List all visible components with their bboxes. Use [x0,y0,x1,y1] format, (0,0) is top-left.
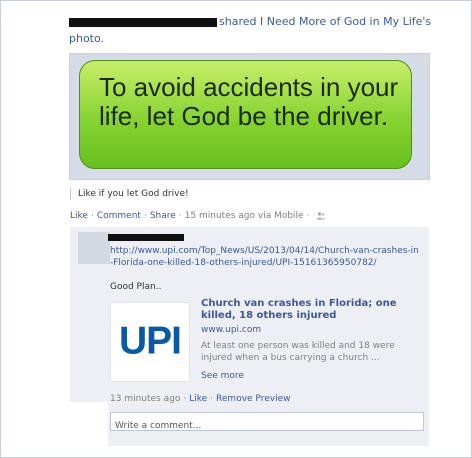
separator: · [183,394,187,404]
redacted-name [69,17,217,27]
shared-photo[interactable]: To avoid accidents in your life, let God… [69,53,430,180]
comment-box[interactable] [110,412,424,435]
separator: · [178,211,182,221]
preview-title[interactable]: Church van crashes in Florida; one kille… [201,298,426,322]
share-link[interactable]: Share [150,211,176,221]
friends-icon [316,211,326,219]
comment-like-link[interactable]: Like [189,394,207,404]
link-preview[interactable]: UPI Church van crashes in Florida; one k… [110,298,425,383]
header-photo-link[interactable]: photo. [69,32,104,45]
separator: · [306,211,310,221]
comment-input[interactable] [111,417,423,435]
photo-text: To avoid accidents in your life, let God… [99,72,399,131]
photo-caption: Like if you let God drive! [70,188,189,200]
post-actions: Like · Comment · Share · 15 minutes ago via Mo… [70,210,326,222]
panel-gap [70,402,108,446]
comment-time[interactable]: 13 minutes ago [110,394,180,404]
comment-meta: 13 minutes ago · Like · Remove Preview [110,394,290,404]
separator: · [210,394,214,404]
like-link[interactable]: Like [70,211,88,221]
separator: · [90,211,94,221]
header-shared-text[interactable]: shared I Need More of God in My Life's [219,15,431,28]
upi-logo-text: UPI [119,320,181,363]
preview-description: At least one person was killed and 18 we… [201,341,395,363]
avatar[interactable] [78,232,110,264]
post-header: shared I Need More of God in My Life's p… [69,13,449,47]
comment-url[interactable]: http://www.upi.com/Top_News/US/2013/04/1… [110,245,420,269]
remove-preview-link[interactable]: Remove Preview [216,394,290,404]
preview-domain[interactable]: www.upi.com [201,325,261,335]
comment-text: Good Plan.. [110,282,162,292]
see-more-link[interactable]: See more [201,371,244,381]
speech-bubble: To avoid accidents in your life, let God… [79,60,412,169]
comment-link[interactable]: Comment [97,211,141,221]
post-time[interactable]: 15 minutes ago via Mobile [185,211,304,221]
upi-logo[interactable]: UPI [110,302,190,382]
redacted-commenter [108,234,184,241]
separator: · [143,211,147,221]
